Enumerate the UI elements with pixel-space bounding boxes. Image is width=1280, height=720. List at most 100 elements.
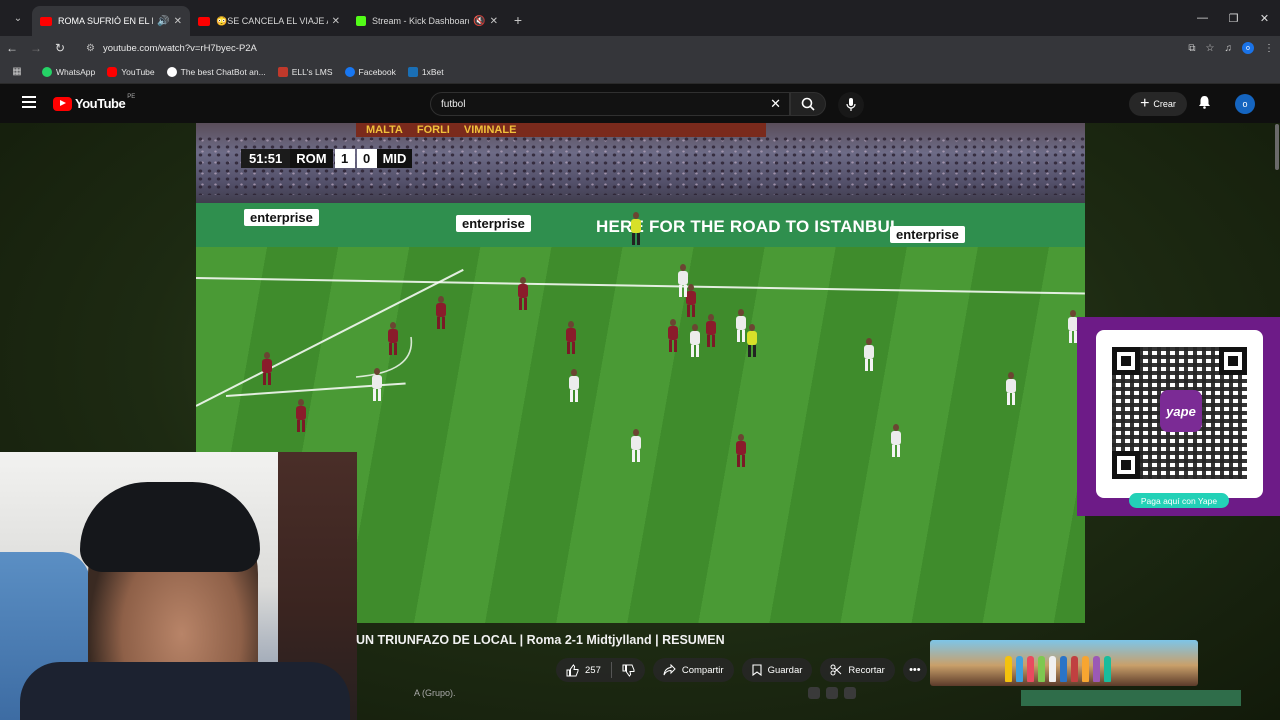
whatsapp-icon (42, 66, 52, 77)
thumbs-down-icon (622, 664, 635, 677)
chat-icon[interactable] (826, 687, 838, 699)
address-bar[interactable]: ⚙ youtube.com/watch?v=rH7byec-P2A (78, 37, 1188, 59)
bookmark-1xbet[interactable]: 1xBet (407, 66, 444, 77)
bookmark-lms[interactable]: ELL's LMS (277, 66, 333, 77)
adboard-slogan: HERE FOR THE ROAD TO ISTANBUL (596, 217, 901, 236)
reload-icon[interactable]: ↻ (48, 41, 72, 55)
youtube-icon (107, 66, 118, 77)
forward-arrow-icon[interactable]: → (24, 41, 48, 55)
browser-tab-1[interactable]: ROMA SUFRIÓ EN EL FINAL 🔊 ✕ (32, 6, 190, 36)
home-team: ROM (290, 148, 333, 168)
share-icon (663, 664, 676, 676)
browser-tab-2[interactable]: 😳SE CANCELA EL VIAJE A BRA ✕ (190, 6, 348, 36)
player (262, 351, 272, 387)
player (569, 368, 579, 404)
like-button[interactable]: 257 (556, 663, 611, 677)
bottle-image (1016, 656, 1023, 682)
maximize-icon[interactable]: ❐ (1218, 0, 1249, 36)
bottle-image (1082, 656, 1089, 682)
plus-icon: + (1140, 95, 1150, 112)
player (690, 323, 700, 359)
ad-thumbnail[interactable] (930, 640, 1198, 686)
player (566, 320, 576, 356)
back-arrow-icon[interactable]: ← (0, 41, 24, 55)
bottle-image (1060, 656, 1067, 682)
video-title: UN TRIUNFAZO DE LOCAL | Roma 2-1 Midtjyl… (356, 633, 725, 647)
bookmark-whatsapp[interactable]: WhatsApp (42, 66, 95, 77)
country-code: PE (127, 93, 136, 100)
youtube-header: YouTube PE futbol ✕ + Crear o (0, 85, 1280, 123)
voice-search-button[interactable] (838, 92, 864, 118)
help-icon[interactable] (844, 687, 856, 699)
bookmark-icon (752, 664, 762, 676)
browser-tab-3[interactable]: Stream - Kick Dashboard 🔇 ✕ (348, 6, 506, 36)
close-tab-icon[interactable]: ✕ (174, 16, 182, 27)
site-info-icon[interactable]: ⚙ (86, 43, 95, 54)
bookmark-label: Facebook (358, 66, 396, 77)
search-button[interactable] (790, 92, 826, 116)
streamer-webcam (0, 452, 357, 720)
lms-icon (277, 66, 288, 77)
player (372, 367, 382, 403)
apps-grid-icon[interactable]: ▦ (4, 66, 30, 77)
muted-speaker-icon[interactable]: 🔇 (473, 16, 485, 27)
browser-profile-avatar[interactable]: o (1242, 42, 1254, 54)
yape-donation-overlay: yape Paga aquí con Yape (1077, 317, 1280, 516)
player (736, 433, 746, 469)
media-control-icon[interactable]: ♫ (1225, 43, 1233, 54)
save-button[interactable]: Guardar (741, 658, 813, 682)
emoji-icon[interactable] (808, 687, 820, 699)
youtube-play-icon (53, 96, 72, 111)
install-app-icon[interactable]: ⧉ (1188, 43, 1195, 54)
close-window-icon[interactable]: ✕ (1249, 0, 1280, 36)
pitch-line (196, 277, 1085, 295)
bookmark-facebook[interactable]: Facebook (344, 66, 396, 77)
bookmark-label: 1xBet (421, 66, 444, 77)
player (436, 295, 446, 331)
page-scrollbar[interactable] (1275, 124, 1279, 170)
new-tab-plus-icon[interactable]: + (506, 12, 530, 28)
hamburger-menu-icon[interactable] (22, 96, 36, 108)
sponsor-logo: enterprise (890, 226, 965, 243)
bookmark-star-icon[interactable]: ☆ (1206, 43, 1215, 54)
bookmark-chatbot[interactable]: The best ChatBot an... (166, 66, 266, 77)
comment-snippet: A (Grupo). (414, 688, 456, 698)
match-clock: 51:51 (241, 148, 291, 168)
streamer-hair (80, 482, 260, 572)
bottle-image (1071, 656, 1078, 682)
create-button[interactable]: + Crear (1129, 92, 1187, 116)
close-tab-icon[interactable]: ✕ (332, 16, 340, 27)
player (388, 321, 398, 357)
thumbs-up-icon (566, 663, 579, 676)
dislike-button[interactable] (612, 664, 645, 677)
yape-logo: yape (1160, 390, 1202, 432)
avatar[interactable]: o (1235, 94, 1255, 114)
sponsor-logo: enterprise (244, 209, 319, 226)
search-input[interactable]: futbol ✕ (430, 92, 790, 116)
address-url: youtube.com/watch?v=rH7byec-P2A (102, 42, 257, 54)
clip-button[interactable]: Recortar (820, 658, 895, 682)
bookmark-youtube[interactable]: YouTube (107, 66, 155, 77)
tab-search-chevron-icon[interactable]: ⌄ (4, 4, 32, 32)
kick-icon (356, 16, 366, 26)
qr-finder (1112, 347, 1140, 375)
close-tab-icon[interactable]: ✕ (490, 16, 498, 27)
bottle-image (1005, 656, 1012, 682)
bottle-image (1049, 656, 1056, 682)
speaker-icon[interactable]: 🔊 (157, 16, 169, 27)
ad-banner-strip[interactable] (1021, 690, 1241, 706)
like-count: 257 (585, 664, 601, 676)
bottle-image (1038, 656, 1045, 682)
more-actions-icon[interactable]: ••• (902, 658, 927, 682)
browser-menu-icon[interactable]: ⋮ (1264, 43, 1274, 54)
bottle-image (1093, 656, 1100, 682)
notifications-bell-icon[interactable] (1198, 95, 1211, 109)
search-icon (801, 97, 815, 111)
minimize-icon[interactable]: — (1187, 0, 1218, 36)
stands-banner-text: VIMINALE (463, 124, 517, 136)
clear-search-icon[interactable]: ✕ (770, 96, 781, 112)
referee (631, 211, 641, 247)
qr-code: yape (1096, 330, 1263, 498)
share-button[interactable]: Compartir (652, 658, 734, 682)
youtube-logo[interactable]: YouTube PE (53, 93, 136, 111)
